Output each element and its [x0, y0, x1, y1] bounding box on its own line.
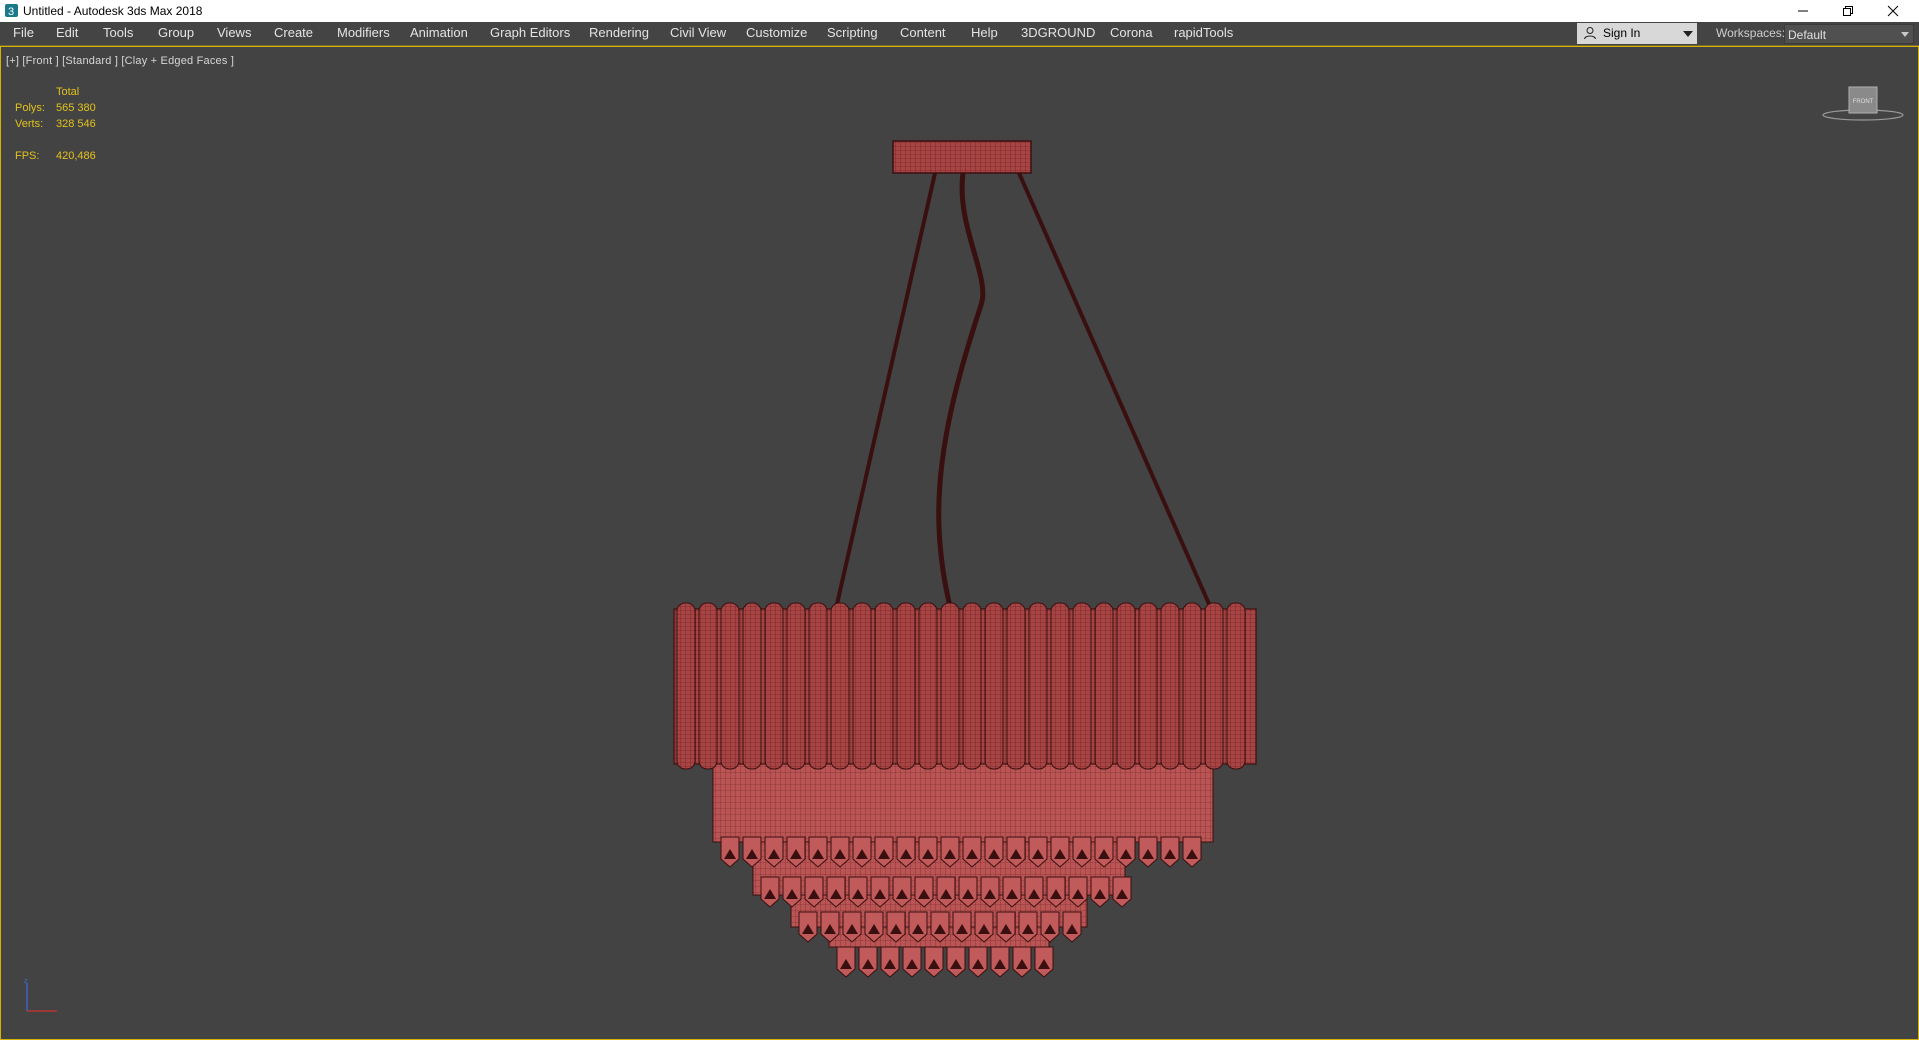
crystal-rod: [786, 602, 806, 770]
crystal-rod: [940, 602, 960, 770]
sign-in-dropdown[interactable]: Sign In: [1577, 23, 1697, 44]
crystal-rod: [1116, 602, 1136, 770]
crystal-rod: [962, 602, 982, 770]
user-icon: [1584, 27, 1596, 40]
crystal-rod: [742, 602, 762, 770]
crystal-rod: [1160, 602, 1180, 770]
menu-views[interactable]: Views: [217, 22, 251, 44]
menu-rendering[interactable]: Rendering: [589, 22, 649, 44]
suspension-cable-left: [833, 172, 937, 614]
workspaces-label: Workspaces:: [1716, 26, 1786, 40]
crystal-rod: [808, 602, 828, 770]
menu-help[interactable]: Help: [971, 22, 998, 44]
chandelier-model[interactable]: [1, 47, 1918, 1039]
sign-in-label: Sign In: [1603, 26, 1641, 40]
crystal-rod: [896, 602, 916, 770]
menu-edit[interactable]: Edit: [56, 22, 78, 44]
crystal-rod: [764, 602, 784, 770]
crystal-rod: [1138, 602, 1158, 770]
chevron-down-icon: [1901, 32, 1909, 37]
menu-group[interactable]: Group: [158, 22, 194, 44]
suspension-cable-right: [1017, 172, 1215, 614]
svg-text:3: 3: [8, 6, 14, 18]
crystal-rod: [1072, 602, 1092, 770]
menu-file[interactable]: File: [13, 22, 34, 44]
crystal-rod: [918, 602, 938, 770]
menu-customize[interactable]: Customize: [746, 22, 807, 44]
menu-create[interactable]: Create: [274, 22, 313, 44]
power-cord: [936, 172, 986, 614]
workspaces-select[interactable]: Default: [1784, 24, 1914, 44]
viewcube-navigation[interactable]: FRONT: [1821, 85, 1905, 125]
crystal-rod: [984, 602, 1004, 770]
close-button[interactable]: [1871, 0, 1915, 22]
minimize-icon: [1798, 10, 1808, 12]
restore-button[interactable]: [1826, 0, 1870, 22]
window-title: Untitled - Autodesk 3ds Max 2018: [23, 4, 203, 18]
minimize-button[interactable]: [1781, 0, 1825, 22]
workspace-value: Default: [1788, 28, 1827, 42]
crystal-rod: [852, 602, 872, 770]
crystal-rod: [698, 602, 718, 770]
menu-rapidtools[interactable]: rapidTools: [1174, 22, 1233, 44]
front-viewport[interactable]: [+] [Front ] [Standard ] [Clay + Edged F…: [0, 46, 1919, 1040]
crystal-rod: [1050, 602, 1070, 770]
crystal-rod: [1028, 602, 1048, 770]
crystal-rod: [1094, 602, 1114, 770]
3ds-max-app-icon: 3: [5, 4, 18, 18]
restore-icon: [1843, 6, 1853, 16]
crystal-rod: [1006, 602, 1026, 770]
menu-corona[interactable]: Corona: [1110, 22, 1153, 44]
menu-modifiers[interactable]: Modifiers: [337, 22, 390, 44]
crystal-rod: [720, 602, 740, 770]
crystal-rod: [1204, 602, 1224, 770]
crystal-rod: [1182, 602, 1202, 770]
menu-scripting[interactable]: Scripting: [827, 22, 878, 44]
crystal-rod: [676, 602, 696, 770]
axis-tripod-icon: z: [24, 978, 57, 1012]
menu-graph-editors[interactable]: Graph Editors: [490, 22, 570, 44]
close-icon: [1887, 5, 1899, 17]
svg-text:z: z: [24, 978, 28, 985]
crystal-rod: [830, 602, 850, 770]
title-bar: 3 Untitled - Autodesk 3ds Max 2018: [0, 0, 1919, 22]
viewcube-face-label: FRONT: [1853, 99, 1874, 105]
chevron-down-icon: [1683, 31, 1693, 37]
ceiling-canopy: [892, 140, 1032, 174]
menu-civil-view[interactable]: Civil View: [670, 22, 726, 44]
menu-3dground[interactable]: 3DGROUND: [1021, 22, 1095, 44]
menu-tools[interactable]: Tools: [103, 22, 133, 44]
menu-animation[interactable]: Animation: [410, 22, 468, 44]
crystal-rod: [874, 602, 894, 770]
crystal-rod: [1226, 602, 1246, 770]
menu-content[interactable]: Content: [900, 22, 946, 44]
